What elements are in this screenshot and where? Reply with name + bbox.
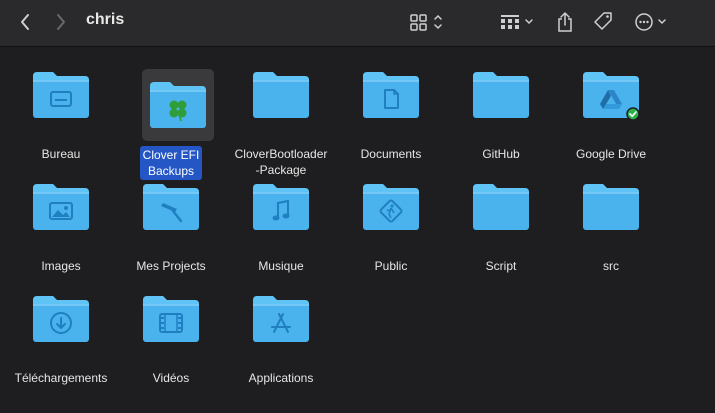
folder-label: Google Drive xyxy=(575,147,647,161)
folder-item[interactable]: Public xyxy=(336,170,446,273)
group-button[interactable] xyxy=(499,10,537,34)
folder-item[interactable]: Script xyxy=(446,170,556,273)
synced-check-icon xyxy=(626,107,640,120)
folder-icon xyxy=(358,66,424,124)
folder-label: Public xyxy=(374,259,408,273)
chevron-right-icon xyxy=(57,14,65,30)
folder-item[interactable]: GitHub xyxy=(446,58,556,161)
folder-icon xyxy=(248,178,314,236)
folder-item[interactable]: Images xyxy=(6,170,116,273)
ellipsis-circle-icon xyxy=(635,13,666,31)
folder-item[interactable]: Applications xyxy=(226,282,336,385)
folder-item[interactable]: Musique xyxy=(226,170,336,273)
more-button[interactable] xyxy=(633,10,671,34)
folder-icon xyxy=(248,290,314,348)
folder-label: Applications xyxy=(248,371,314,385)
folder-item[interactable]: Vidéos xyxy=(116,282,226,385)
folder-icon xyxy=(248,66,314,124)
folder-item[interactable]: Google Drive xyxy=(556,58,666,161)
folder-icon xyxy=(468,66,534,124)
chevron-left-icon xyxy=(21,14,29,30)
folder-icon xyxy=(468,178,534,236)
folder-item[interactable]: Mes Projects xyxy=(116,170,226,273)
folder-label: Vidéos xyxy=(152,371,190,385)
share-icon xyxy=(558,11,572,32)
folder-icon xyxy=(138,178,204,236)
toolbar: chris xyxy=(0,0,715,47)
back-button[interactable] xyxy=(16,10,34,34)
tag-icon xyxy=(594,12,612,30)
folder-label: Mes Projects xyxy=(136,259,206,273)
folder-label: Téléchargements xyxy=(14,371,108,385)
folder-item[interactable]: Bureau xyxy=(6,58,116,161)
folder-icon xyxy=(138,290,204,348)
folder-icon xyxy=(28,66,94,124)
folder-icon xyxy=(28,178,94,236)
window-title: chris xyxy=(86,11,125,28)
folder-item[interactable]: CloverBootloader -Package xyxy=(226,58,336,177)
folder-item[interactable]: src xyxy=(556,170,666,273)
icon-grid-icon xyxy=(410,14,442,31)
folder-icon xyxy=(358,178,424,236)
folder-label: Script xyxy=(485,259,517,273)
folder-label: Bureau xyxy=(41,147,81,161)
folder-label: Musique xyxy=(258,259,304,273)
folder-label: Images xyxy=(41,259,81,273)
folder-label: src xyxy=(603,259,619,273)
folder-item[interactable]: Clover EFI Backups xyxy=(116,58,226,180)
group-grid-icon xyxy=(501,15,533,29)
forward-button[interactable] xyxy=(52,10,70,34)
folder-icon xyxy=(142,69,214,141)
folder-label: Documents xyxy=(360,147,422,161)
file-grid: Bureau Clover EFI Backups CloverBootloade… xyxy=(0,46,715,413)
share-button[interactable] xyxy=(554,10,576,34)
folder-icon xyxy=(578,178,644,236)
folder-icon xyxy=(578,66,644,124)
folder-icon xyxy=(28,290,94,348)
view-mode-button[interactable] xyxy=(409,10,447,34)
folder-item[interactable]: Documents xyxy=(336,58,446,161)
tags-button[interactable] xyxy=(591,10,615,34)
folder-label: GitHub xyxy=(482,147,520,161)
folder-item[interactable]: Téléchargements xyxy=(6,282,116,385)
